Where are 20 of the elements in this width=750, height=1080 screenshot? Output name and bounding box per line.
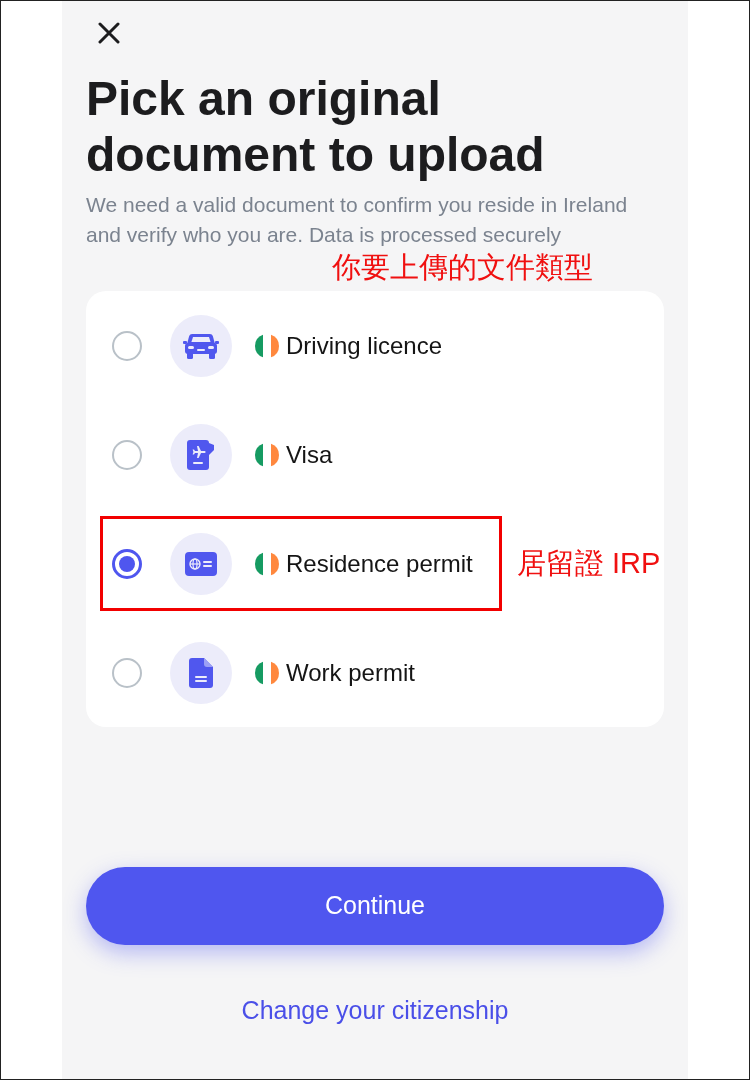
option-label[interactable]: Driving licence	[286, 331, 443, 360]
radio-button[interactable]	[112, 548, 142, 579]
close-icon	[98, 22, 120, 44]
close-button[interactable]	[98, 22, 120, 44]
continue-button[interactable]: Continue	[86, 867, 664, 945]
flag-icon	[255, 333, 279, 358]
option-label[interactable]: Visa	[286, 440, 333, 469]
flag-icon	[255, 442, 279, 467]
change-citizenship-link[interactable]: Change your citizenship	[241, 996, 509, 1024]
option-label[interactable]: Residence permit	[286, 549, 473, 578]
flag-icon	[255, 551, 279, 576]
annotation-note: 你要上傳的文件類型	[332, 253, 593, 282]
radio-button[interactable]	[112, 330, 142, 361]
option-label[interactable]: Work permit	[286, 658, 415, 687]
radio-button[interactable]	[112, 439, 142, 470]
annotation-note: 居留證 IRP	[517, 549, 661, 578]
page-title: Pick an original document to upload	[86, 71, 546, 183]
radio-button[interactable]	[112, 657, 142, 688]
description-text: We need a valid document to confirm you reside in Ireland and verify who you are. Data is processed securely	[86, 192, 629, 248]
flag-icon	[255, 660, 279, 685]
